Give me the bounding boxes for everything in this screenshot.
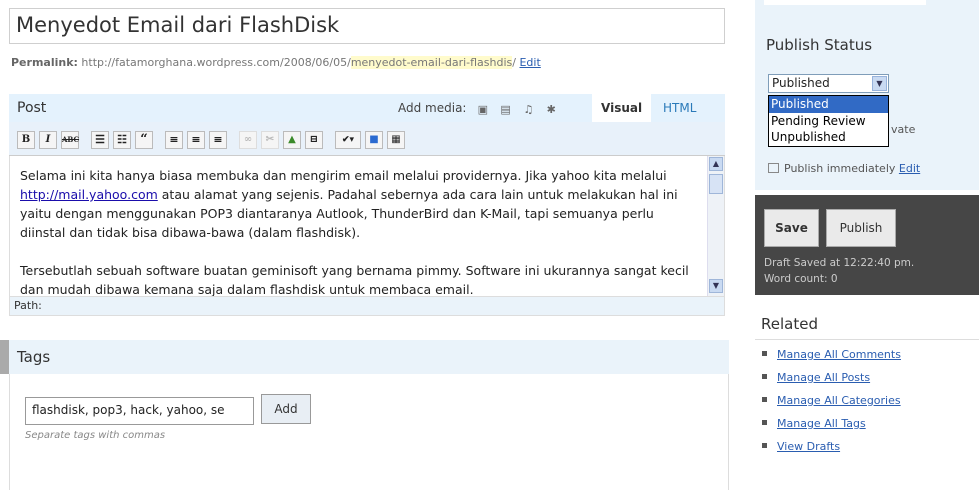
manage-comments-link[interactable]: Manage All Comments xyxy=(777,348,901,361)
spellcheck-button[interactable]: ✔▾ xyxy=(335,131,361,149)
bullet-list-button[interactable]: ☰ xyxy=(91,131,109,149)
add-tag-button[interactable]: Add xyxy=(261,394,311,424)
related-divider xyxy=(755,339,979,340)
draft-saved-status: Draft Saved at 12:22:40 pm. xyxy=(764,257,915,269)
scroll-up-icon[interactable]: ▲ xyxy=(709,157,723,171)
permalink-separator: / xyxy=(512,56,516,69)
status-option-unpublished[interactable]: Unpublished xyxy=(769,129,888,146)
blockquote-button[interactable]: “ xyxy=(135,131,153,149)
status-option-published[interactable]: Published xyxy=(769,96,888,113)
scroll-thumb[interactable] xyxy=(709,174,723,194)
tags-title: Tags xyxy=(17,348,51,366)
tab-visual[interactable]: Visual xyxy=(592,94,652,122)
insert-link-button[interactable]: ∞ xyxy=(239,131,257,149)
numbered-list-button[interactable]: ☷ xyxy=(113,131,131,149)
unlink-button[interactable]: ✂ xyxy=(261,131,279,149)
content-paragraph: Selama ini kita hanya biasa membuka dan … xyxy=(20,168,678,240)
bullet-icon xyxy=(762,420,767,425)
publish-immediately-label: Publish immediately xyxy=(784,162,896,175)
manage-posts-link[interactable]: Manage All Posts xyxy=(777,371,870,384)
tags-input[interactable]: flashdisk, pop3, hack, yahoo, se xyxy=(25,397,254,425)
keep-private-label: vate xyxy=(891,123,916,136)
editor-scrollbar[interactable]: ▲ ▼ xyxy=(707,156,724,296)
selected-status: Published xyxy=(772,76,830,90)
post-content-editor[interactable]: Selama ini kita hanya biasa membuka dan … xyxy=(9,156,725,296)
scroll-down-icon[interactable]: ▼ xyxy=(709,279,723,293)
status-option-pending-review[interactable]: Pending Review xyxy=(769,113,888,130)
italic-button[interactable]: I xyxy=(39,131,57,149)
bold-button[interactable]: B xyxy=(17,131,35,149)
bullet-icon xyxy=(762,374,767,379)
permalink-edit-link[interactable]: Edit xyxy=(519,56,540,69)
publish-status-select[interactable]: Published ▼ xyxy=(768,74,889,93)
bullet-icon xyxy=(762,443,767,448)
post-editor-header: Post Add media: ▣ ▤ ♫ ✱ Visual HTML xyxy=(9,94,725,122)
yahoo-mail-link[interactable]: http://mail.yahoo.com xyxy=(20,187,158,202)
manage-categories-link[interactable]: Manage All Categories xyxy=(777,394,901,407)
publish-immediately-row: Publish immediately Edit xyxy=(768,162,920,175)
permalink-label: Permalink: xyxy=(11,56,78,69)
calendar-icon xyxy=(768,163,779,173)
list-item: Manage All Tags xyxy=(762,415,901,438)
chevron-down-icon[interactable]: ▼ xyxy=(872,76,887,91)
post-title-input[interactable]: Menyedot Email dari FlashDisk xyxy=(9,8,725,44)
publish-status-dropdown: Published Pending Review Unpublished xyxy=(768,95,889,147)
list-item: Manage All Comments xyxy=(762,346,901,369)
insert-image-button[interactable]: ▲ xyxy=(283,131,301,149)
publish-status-title: Publish Status xyxy=(766,36,873,54)
word-count: Word count: 0 xyxy=(764,273,838,285)
publish-button[interactable]: Publish xyxy=(826,209,896,247)
strikethrough-button[interactable]: ABC xyxy=(61,131,79,149)
content-paragraph: Tersebutlah sebuah software buatan gemin… xyxy=(20,263,689,296)
manage-tags-link[interactable]: Manage All Tags xyxy=(777,417,866,430)
align-center-button[interactable]: ≡ xyxy=(187,131,205,149)
tags-hint: Separate tags with commas xyxy=(25,430,166,441)
fullscreen-button[interactable]: ■ xyxy=(365,131,383,149)
list-item: Manage All Posts xyxy=(762,369,901,392)
bullet-icon xyxy=(762,351,767,356)
add-video-icon[interactable]: ▤ xyxy=(499,104,512,115)
publish-time-edit-link[interactable]: Edit xyxy=(899,162,920,175)
align-right-button[interactable]: ≡ xyxy=(209,131,227,149)
list-item: Manage All Categories xyxy=(762,392,901,415)
save-button[interactable]: Save xyxy=(764,209,819,247)
kitchen-sink-button[interactable]: ▦ xyxy=(387,131,405,149)
view-drafts-link[interactable]: View Drafts xyxy=(777,440,840,453)
insert-more-button[interactable]: ⊟ xyxy=(305,131,323,149)
permalink-slug[interactable]: menyedot-email-dari-flashdis xyxy=(350,56,513,69)
add-media-label: Add media: xyxy=(398,101,467,115)
add-audio-icon[interactable]: ♫ xyxy=(522,104,535,115)
list-item: View Drafts xyxy=(762,438,901,461)
editor-path-bar: Path: xyxy=(9,296,725,316)
add-image-icon[interactable]: ▣ xyxy=(476,104,489,115)
align-left-button[interactable]: ≡ xyxy=(165,131,183,149)
path-label: Path: xyxy=(14,299,42,312)
permalink-base-url: http://fatamorghana.wordpress.com/2008/0… xyxy=(81,56,351,69)
tags-header[interactable]: Tags xyxy=(9,340,729,374)
bullet-icon xyxy=(762,397,767,402)
post-title-text: Menyedot Email dari FlashDisk xyxy=(16,13,340,37)
add-media-icon[interactable]: ✱ xyxy=(545,104,558,115)
editor-text: Selama ini kita hanya biasa membuka dan … xyxy=(20,166,700,296)
related-links-list: Manage All Comments Manage All Posts Man… xyxy=(762,346,901,461)
tab-html[interactable]: HTML xyxy=(663,101,696,115)
post-editor-label: Post xyxy=(17,100,47,116)
tags-toggle-handle[interactable] xyxy=(0,340,9,374)
add-media-bar: Add media: ▣ ▤ ♫ ✱ xyxy=(398,101,558,115)
permalink-row: Permalink: http://fatamorghana.wordpress… xyxy=(11,56,541,69)
related-title: Related xyxy=(761,315,818,333)
sidebar-top-divider xyxy=(764,0,926,5)
editor-toolbar: B I ABC ☰ ☷ “ ≡ ≡ ≡ ∞ ✂ ▲ ⊟ ✔▾ ■ ▦ xyxy=(9,122,725,156)
